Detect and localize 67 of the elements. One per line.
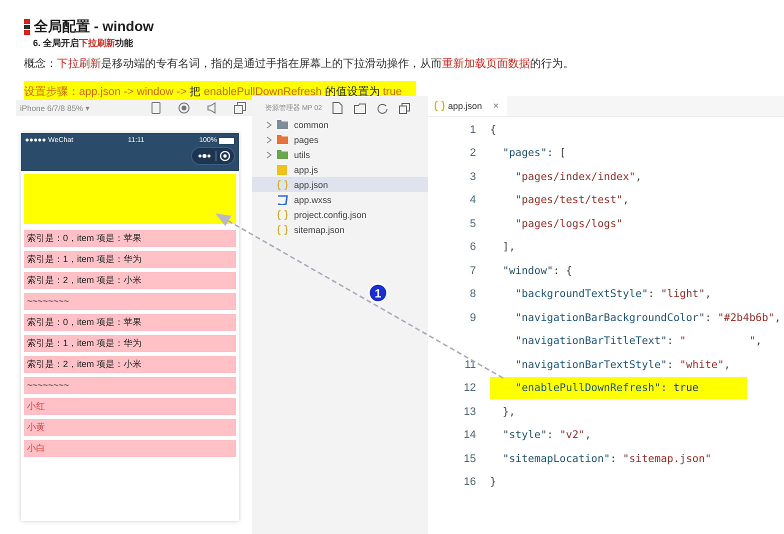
section-title: 全局配置 - window — [34, 18, 154, 36]
line-number: 9 — [468, 312, 477, 324]
list-item: 小黄 — [24, 419, 236, 436]
code-line: "window": { — [502, 264, 572, 279]
code-line: "sitemapLocation": "sitemap.json" — [502, 452, 712, 467]
file-item[interactable]: project.config.json — [252, 207, 428, 222]
speaker-icon — [207, 102, 217, 114]
code-line: "pages/logs/logs" — [514, 216, 623, 232]
file-item[interactable]: sitemap.json — [252, 222, 428, 237]
capsule-menu-icon — [191, 147, 235, 165]
list-item: 索引是：0，item 项是：苹果 — [24, 230, 236, 247]
line-number: 12 — [462, 382, 477, 394]
record-icon — [178, 102, 190, 114]
file-item[interactable]: common — [252, 117, 428, 132]
line-number: 1 — [468, 124, 477, 136]
list-item: 索引是：2，item 项是：小米 — [24, 272, 236, 289]
file-item[interactable]: utils — [252, 147, 428, 162]
code-line: "navigationBarTitleText": " ", — [514, 334, 762, 350]
close-button[interactable]: × — [493, 100, 499, 112]
code-line: "pages": [ — [502, 146, 566, 162]
code-line: "navigationBarBackgroundColor": "#2b4b6b", — [514, 310, 781, 326]
collapse-icon — [399, 102, 410, 114]
line-number: 6 — [468, 241, 477, 254]
battery-icon — [218, 138, 235, 144]
list-item: ~~~~~~~~ — [24, 377, 236, 394]
line-number: 7 — [468, 264, 477, 277]
phone-icon — [151, 102, 161, 114]
braces-icon — [434, 101, 445, 111]
code-line: "backgroundTextStyle": "light", — [514, 287, 712, 302]
line-number: 11 — [464, 358, 477, 371]
code-line: ], — [502, 240, 516, 256]
code-line: "pages/test/test", — [514, 193, 630, 208]
file-tab[interactable]: app.json × — [428, 96, 507, 116]
new-folder-icon — [354, 102, 366, 114]
code-line: "pages/index/index", — [514, 170, 642, 185]
line-number: 8 — [468, 288, 477, 300]
list-item: 索引是：1，item 项是：华为 — [24, 251, 236, 268]
list-item: 小白 — [24, 440, 236, 457]
line-number: 14 — [462, 429, 477, 442]
line-number: 16 — [462, 476, 477, 488]
line-number: 4 — [468, 194, 477, 206]
line-number: 5 — [468, 218, 477, 230]
code-line: { — [490, 122, 496, 138]
line-number: 13 — [462, 406, 477, 418]
code-line: } — [490, 475, 496, 490]
new-file-icon — [332, 102, 344, 114]
refresh-icon — [377, 102, 388, 114]
list-item: 小红 — [24, 398, 236, 415]
file-item[interactable]: app.json — [252, 177, 428, 192]
section-subtitle: 6. 全局开启下拉刷新功能 — [33, 37, 134, 50]
file-item[interactable]: app.wxss — [252, 192, 428, 207]
code-line: }, — [502, 404, 516, 420]
file-item[interactable]: pages — [252, 132, 428, 147]
list-item: 索引是：1，item 项是：华为 — [24, 335, 236, 352]
file-item[interactable]: app.js — [252, 162, 428, 177]
code-line: "style": "v2", — [502, 428, 592, 444]
line-number: 15 — [462, 452, 477, 465]
tab-label: app.json — [448, 101, 482, 111]
concept-text: 概念：下拉刷新是移动端的专有名词，指的是通过手指在屏幕上的下拉滑动操作，从而重新加载页面数据的行为。 — [24, 56, 575, 71]
list-item: 索引是：0，item 项是：苹果 — [24, 314, 236, 331]
title-bar-icon — [24, 19, 30, 35]
window-icon — [234, 102, 246, 114]
line-number: 3 — [468, 170, 477, 183]
code-line: "navigationBarTextStyle": "white", — [514, 358, 730, 373]
list-item: ~~~~~~~~ — [24, 293, 236, 310]
list-item: 索引是：2，item 项是：小米 — [24, 356, 236, 373]
line-number: 2 — [468, 147, 477, 160]
